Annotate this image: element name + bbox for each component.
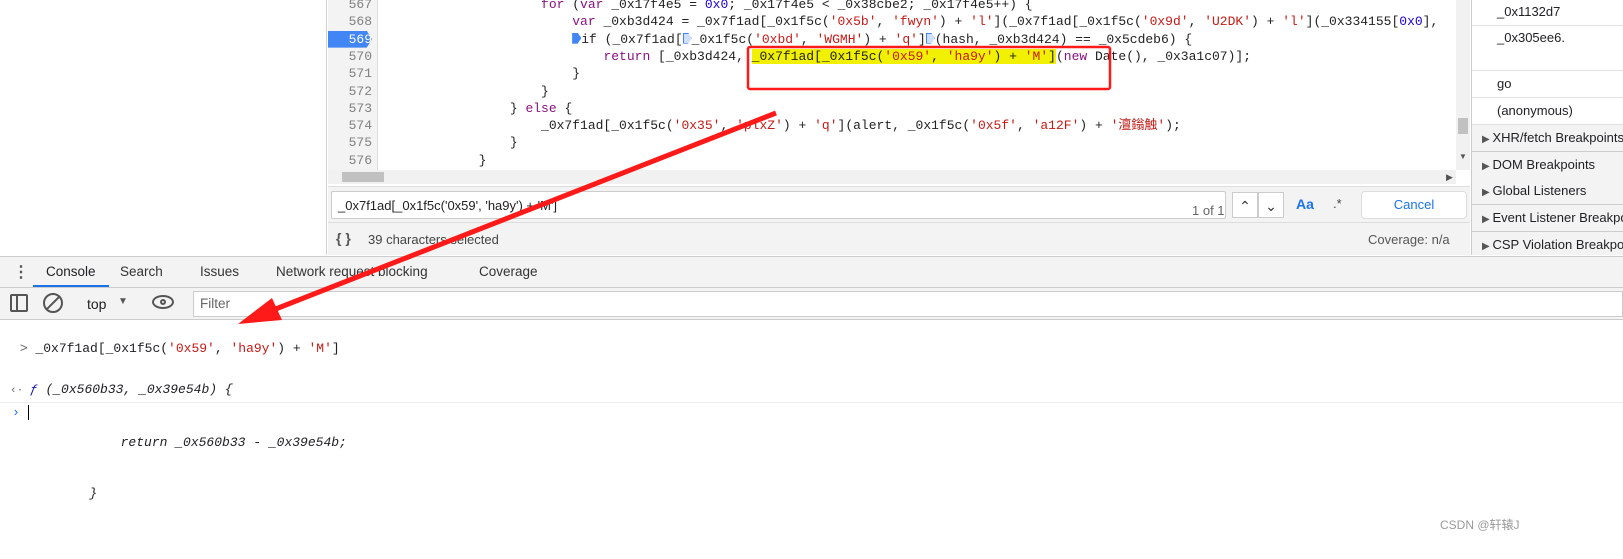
annotation-box <box>746 45 1112 91</box>
watermark: CSDN @轩辕J <box>1440 518 1520 532</box>
annotation-overlay <box>238 45 1112 324</box>
annotation-arrow <box>267 110 777 315</box>
annotation-arrowhead <box>238 298 282 324</box>
